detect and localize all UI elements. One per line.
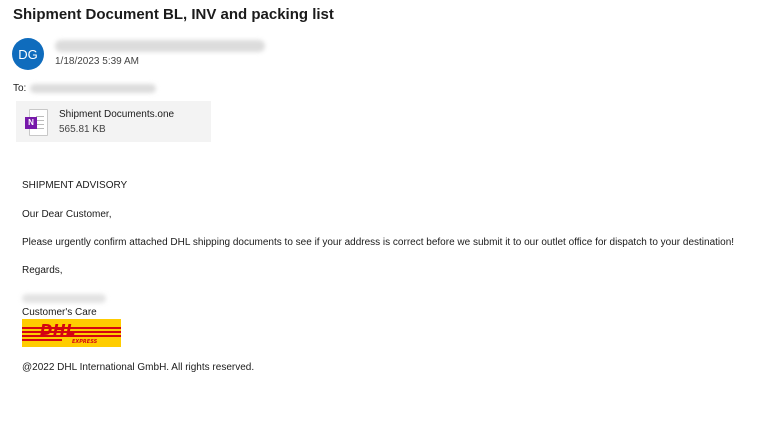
attachment-size: 565.81 KB: [59, 123, 106, 135]
onenote-badge: N: [25, 116, 37, 129]
recipient-redacted[interactable]: [30, 84, 157, 93]
dhl-express-logo: DHL EXPRESS: [22, 319, 121, 347]
to-label: To:: [13, 83, 27, 94]
message-closing: Regards,: [22, 265, 63, 276]
logo-subtext: EXPRESS: [72, 339, 98, 345]
attachment-filename: Shipment Documents.one: [59, 108, 175, 120]
attachment-card[interactable]: N Shipment Documents.one 565.81 KB: [16, 101, 211, 142]
signature-title: Customer's Care: [22, 307, 97, 318]
sender-name-redacted: [55, 40, 265, 52]
signature-name-redacted: [22, 294, 106, 303]
attachment-meta: Shipment Documents.one 565.81 KB: [59, 109, 174, 135]
message-heading: SHIPMENT ADVISORY: [22, 180, 128, 191]
message-paragraph: Please urgently confirm attached DHL shi…: [22, 237, 735, 248]
sender-avatar[interactable]: DG: [12, 38, 44, 70]
recipient-row: To:: [13, 83, 157, 94]
message-greeting: Our Dear Customer,: [22, 209, 112, 220]
avatar-initials: DG: [18, 46, 38, 62]
email-subject: Shipment Document BL, INV and packing li…: [13, 6, 334, 23]
onenote-file-icon: N: [25, 108, 48, 136]
logo-text: DHL: [40, 321, 77, 339]
email-date: 1/18/2023 5:39 AM: [55, 56, 139, 67]
footer-copyright: @2022 DHL International GmbH. All rights…: [22, 362, 255, 373]
